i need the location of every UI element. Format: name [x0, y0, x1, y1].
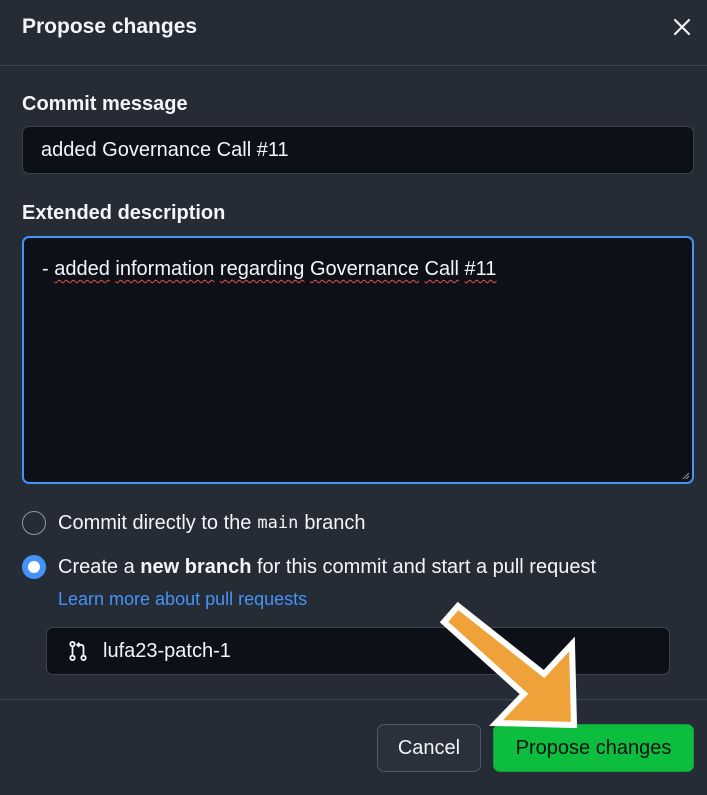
extended-description-textarea[interactable]: - added information regarding Governance…: [22, 236, 694, 484]
commit-message-input[interactable]: added Governance Call #11: [22, 126, 694, 174]
description-text: - added information regarding Governance…: [42, 258, 497, 280]
commit-directly-suffix: branch: [304, 511, 366, 534]
resize-grip-icon[interactable]: [682, 472, 690, 480]
footer-divider: [0, 699, 707, 700]
cancel-button[interactable]: Cancel: [377, 724, 481, 772]
propose-changes-dialog: Propose changes Commit message added Gov…: [0, 0, 707, 795]
commit-message-value: added Governance Call #11: [41, 138, 289, 161]
git-pull-request-icon: [69, 641, 87, 661]
new-branch-prefix: Create a: [58, 555, 135, 578]
new-branch-suffix: for this commit and start a pull request: [256, 555, 597, 578]
branch-name-input[interactable]: lufa23-patch-1: [46, 627, 670, 675]
spell-error: information: [115, 258, 215, 280]
new-branch-option[interactable]: Create a new branch for this commit and …: [22, 555, 596, 579]
spell-error: regarding: [219, 258, 305, 280]
spell-error: Governance: [309, 258, 419, 280]
spell-error: added: [54, 258, 110, 280]
commit-message-label: Commit message: [22, 93, 188, 115]
close-button[interactable]: [668, 13, 696, 41]
main-branch-code: main: [257, 513, 299, 533]
commit-directly-option[interactable]: Commit directly to the main branch: [22, 511, 366, 535]
learn-more-link[interactable]: Learn more about pull requests: [58, 589, 307, 610]
spell-error: #11: [464, 258, 497, 280]
new-branch-radio[interactable]: [22, 555, 46, 579]
spell-error: Call: [424, 258, 459, 280]
new-branch-bold: new branch: [140, 555, 252, 578]
dialog-header: Propose changes: [0, 0, 707, 66]
close-icon: [673, 18, 691, 36]
commit-directly-text: Commit directly to the: [58, 511, 252, 534]
extended-description-label: Extended description: [22, 202, 226, 224]
propose-changes-button[interactable]: Propose changes: [493, 724, 694, 772]
branch-name-value: lufa23-patch-1: [103, 639, 231, 662]
dialog-title: Propose changes: [22, 15, 198, 38]
commit-directly-radio[interactable]: [22, 511, 46, 535]
